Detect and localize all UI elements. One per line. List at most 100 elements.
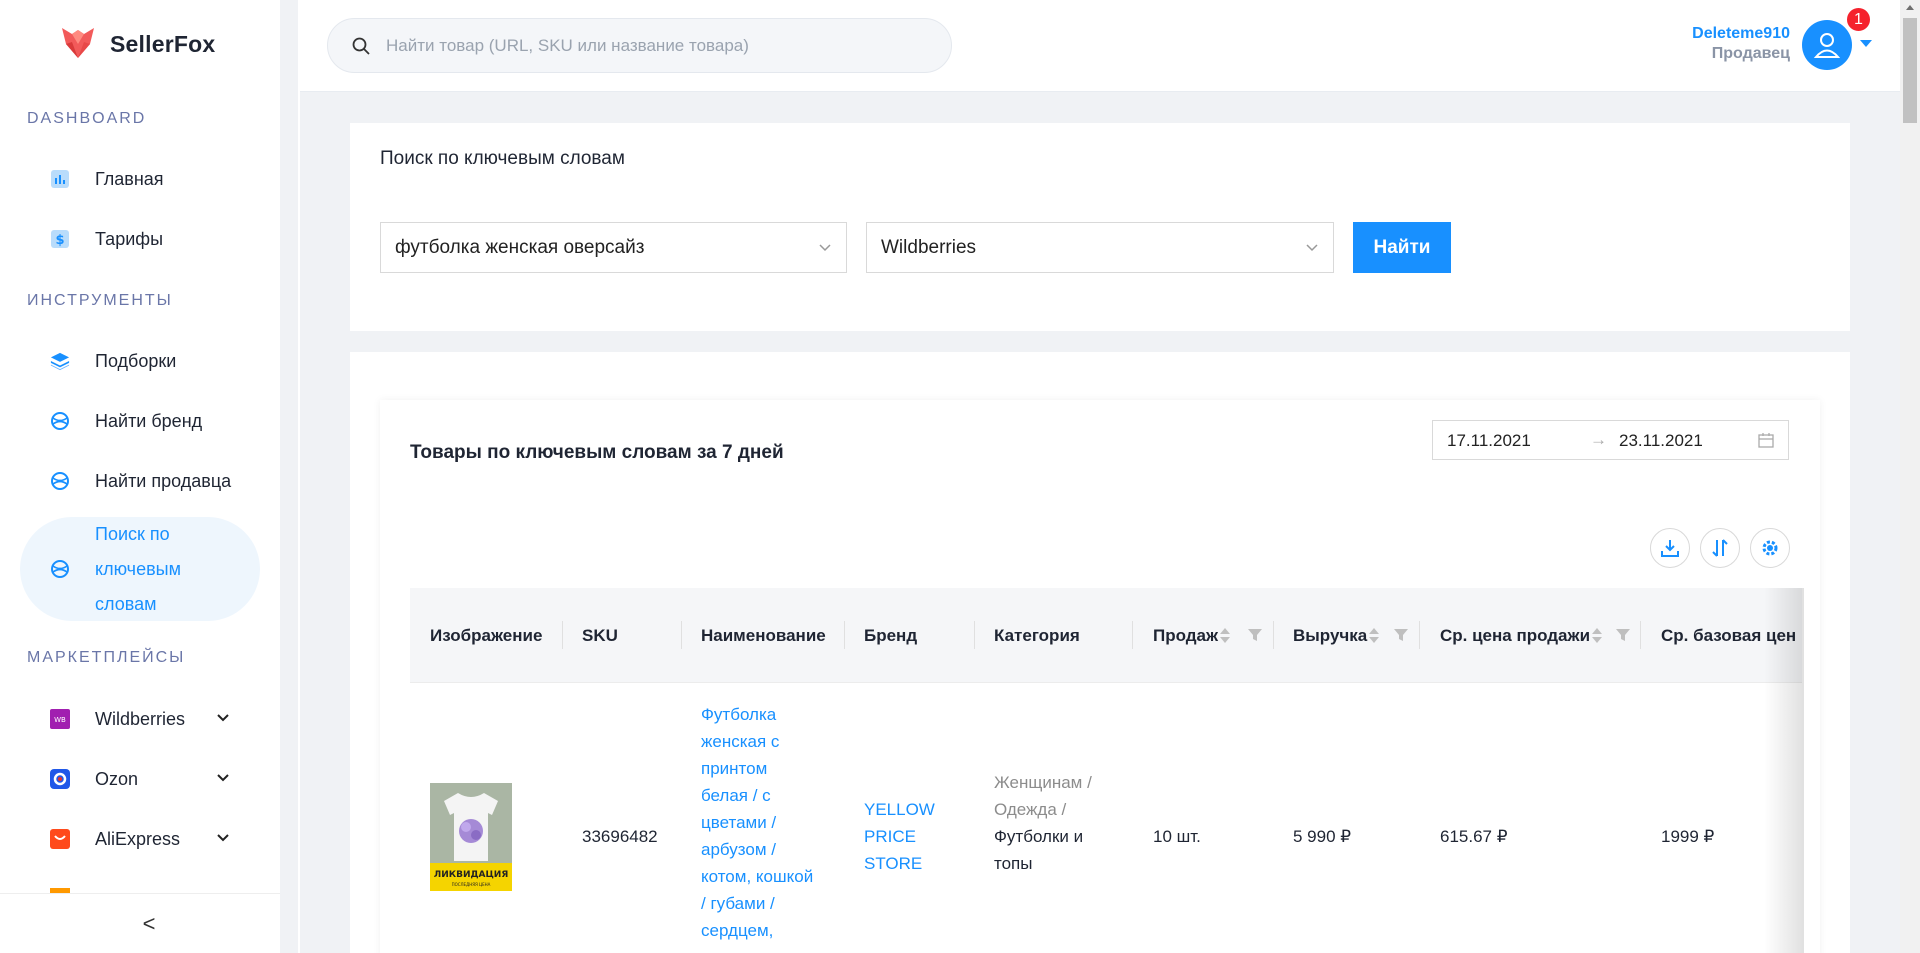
sort-arrows-icon — [1712, 539, 1728, 557]
download-icon — [1661, 540, 1679, 557]
date-to[interactable]: 23.11.2021 — [1619, 431, 1703, 451]
sidebar-item-keyword-search[interactable]: Поиск по ключевым словам — [20, 517, 260, 621]
table-scroll-shadow — [1764, 588, 1804, 953]
column-revenue-label: Выручка — [1293, 625, 1368, 645]
sidebar-item-label: Найти продавца — [95, 470, 232, 491]
date-range-picker[interactable]: 17.11.2021 → 23.11.2021 — [1432, 420, 1789, 460]
sidebar-item-collections[interactable]: Подборки — [20, 337, 260, 385]
chevron-down-icon[interactable] — [216, 771, 230, 785]
column-sales[interactable]: Продаж — [1153, 588, 1243, 683]
wildberries-logo-icon: WB — [50, 709, 70, 729]
revenue-cell: 5 990 ₽ — [1293, 827, 1352, 846]
layers-icon — [50, 351, 70, 371]
scroll-up-icon[interactable] — [1906, 5, 1914, 10]
column-avg-price[interactable]: Ср. цена продажи — [1440, 588, 1612, 683]
product-name-link[interactable]: Футболка женская с принтом белая / с цве… — [701, 701, 831, 944]
logo[interactable]: SellerFox — [60, 22, 215, 66]
globe-icon — [50, 559, 70, 579]
column-revenue[interactable]: Выручка — [1293, 588, 1393, 683]
sku-cell: 33696482 — [582, 827, 658, 846]
arrow-right-icon: → — [1590, 430, 1607, 449]
sidebar-item-tariffs[interactable]: $ Тарифы — [20, 215, 260, 263]
sidebar-item-label: Ozon — [95, 768, 139, 789]
base-price-cell: 1999 ₽ — [1661, 827, 1715, 846]
chevron-left-icon[interactable]: < — [143, 911, 156, 937]
settings-button[interactable] — [1750, 528, 1790, 568]
sort-button[interactable] — [1700, 528, 1740, 568]
results-panel: Товары по ключевым словам за 7 дней 17.1… — [380, 400, 1820, 953]
svg-text:$: $ — [55, 233, 64, 248]
sidebar-item-label: AliExpress — [95, 828, 181, 849]
sidebar-collapse[interactable]: < — [0, 893, 280, 953]
sort-icon[interactable] — [1220, 627, 1231, 644]
sidebar-item-aliexpress[interactable]: AliExpress — [20, 815, 260, 863]
avatar[interactable] — [1802, 20, 1852, 70]
aliexpress-logo-icon — [50, 829, 70, 849]
scrollbar-thumb[interactable] — [1903, 18, 1917, 123]
user-name[interactable]: Deleteme910 — [1692, 25, 1790, 43]
sidebar-item-find-seller[interactable]: Найти продавца — [20, 457, 260, 505]
caret-down-icon[interactable] — [1860, 40, 1872, 47]
gear-icon — [1762, 540, 1778, 556]
top-header: Deleteme910 Продавец 1 — [300, 0, 1900, 92]
sidebar: SellerFox DASHBOARD Главная $ Тарифы ИНС… — [0, 0, 280, 953]
chart-icon — [50, 169, 70, 189]
keyword-search-title: Поиск по ключевым словам — [380, 148, 625, 169]
table-header: Изображение SKU Наименование Бренд Катег… — [410, 588, 1802, 683]
results-title: Товары по ключевым словам за 7 дней — [410, 442, 784, 463]
category-cell: Женщинам / Одежда / Футболки и топы — [994, 769, 1092, 877]
section-marketplaces: МАРКЕТПЛЕЙСЫ — [27, 649, 186, 666]
column-divider — [1132, 621, 1133, 649]
filter-icon[interactable] — [1248, 628, 1262, 642]
keyword-search-card: Поиск по ключевым словам футболка женска… — [350, 123, 1850, 331]
sidebar-item-label: Найти бренд — [95, 410, 203, 431]
filter-icon[interactable] — [1394, 628, 1408, 642]
category-crumb[interactable]: Женщинам / — [994, 769, 1092, 796]
chevron-down-icon[interactable] — [216, 831, 230, 845]
section-dashboard: DASHBOARD — [27, 110, 147, 127]
category-crumb[interactable]: Одежда / — [994, 796, 1092, 823]
search-input[interactable] — [386, 35, 926, 56]
chevron-down-icon — [819, 244, 831, 252]
notification-badge[interactable]: 1 — [1845, 6, 1872, 33]
filter-icon[interactable] — [1616, 628, 1630, 642]
marketplace-value: Wildberries — [881, 236, 977, 258]
column-image: Изображение — [430, 625, 543, 645]
global-search[interactable] — [327, 18, 952, 73]
column-divider — [844, 621, 845, 649]
product-image[interactable]: ЛИКВИДАЦИЯ ПОСЛЕДНЯЯ ЦЕНА — [430, 783, 512, 891]
sort-icon[interactable] — [1369, 627, 1380, 644]
calendar-icon — [1758, 433, 1774, 448]
find-button[interactable]: Найти — [1353, 222, 1451, 273]
column-divider — [1419, 621, 1420, 649]
column-brand: Бренд — [864, 625, 918, 645]
sort-icon[interactable] — [1592, 627, 1603, 644]
fox-logo-icon — [60, 24, 96, 65]
brand-link[interactable]: YELLOW PRICE STORE — [864, 796, 935, 877]
download-button[interactable] — [1650, 528, 1690, 568]
user-info[interactable]: Deleteme910 Продавец — [1692, 25, 1790, 63]
keyword-value: футболка женская оверсайз — [395, 236, 645, 258]
main-scrollbar[interactable] — [1900, 0, 1920, 953]
ozon-logo-icon — [50, 769, 70, 789]
app-name: SellerFox — [110, 30, 216, 57]
column-category: Категория — [994, 625, 1080, 645]
search-icon — [352, 37, 370, 55]
chevron-down-icon — [1306, 244, 1318, 252]
svg-text:WB: WB — [54, 716, 66, 724]
sidebar-item-ozon[interactable]: Ozon — [20, 755, 260, 803]
column-name: Наименование — [701, 625, 826, 645]
svg-text:ЛИКВИДАЦИЯ: ЛИКВИДАЦИЯ — [434, 870, 509, 880]
column-divider — [681, 621, 682, 649]
category-leaf: топы — [994, 854, 1033, 873]
sidebar-edge — [298, 0, 300, 953]
keyword-select[interactable]: футболка женская оверсайз — [380, 222, 847, 273]
sidebar-item-home[interactable]: Главная — [20, 155, 260, 203]
sidebar-nav: SellerFox DASHBOARD Главная $ Тарифы ИНС… — [0, 0, 280, 893]
chevron-down-icon[interactable] — [216, 711, 230, 725]
sidebar-item-find-brand[interactable]: Найти бренд — [20, 397, 260, 445]
sidebar-item-wildberries[interactable]: WB Wildberries — [20, 695, 260, 743]
date-from[interactable]: 17.11.2021 — [1447, 431, 1531, 451]
sidebar-item-label: Wildberries — [95, 708, 186, 729]
marketplace-select[interactable]: Wildberries — [866, 222, 1334, 273]
